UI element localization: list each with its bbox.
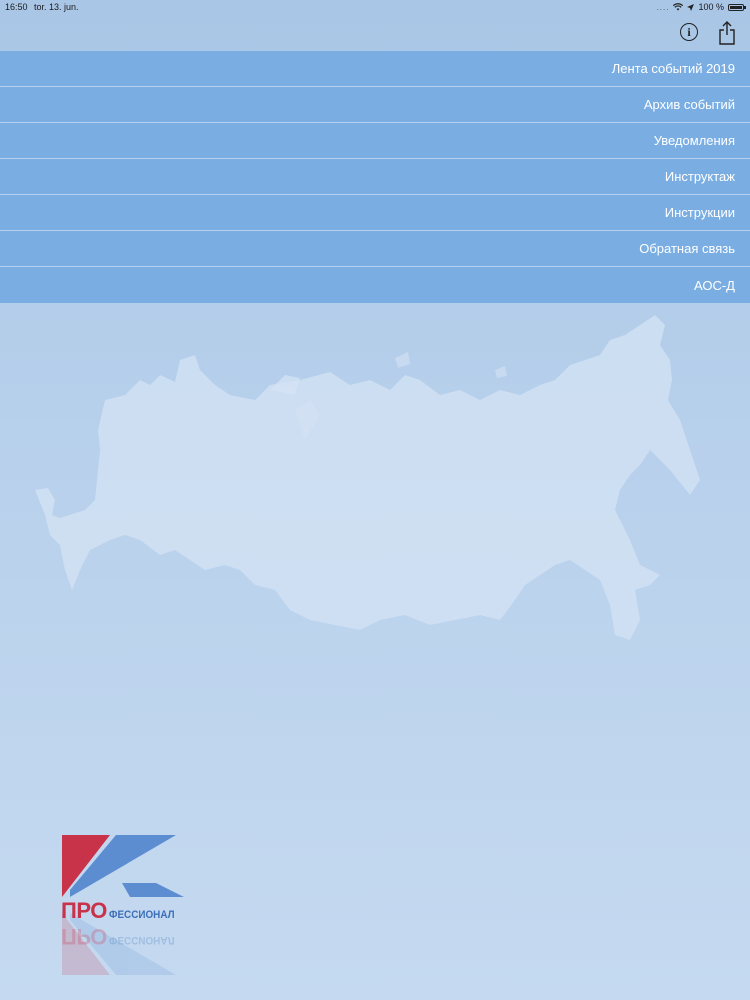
wifi-icon: [673, 3, 684, 11]
menu-item-label: Уведомления: [653, 133, 735, 148]
menu-item-label: Архив событий: [643, 97, 735, 112]
logo-wordmark-reflection: ПРО ФЕССИОНАЛ: [61, 924, 182, 949]
menu-item-briefing[interactable]: Инструктаж: [0, 159, 750, 195]
logo-rest-text: ФЕССИОНАЛ: [108, 909, 175, 921]
location-arrow-icon: [687, 3, 695, 11]
battery-fill: [730, 5, 742, 9]
logo-rest-reflection: ФЕССИОНАЛ: [108, 934, 175, 946]
menu-item-events-feed[interactable]: Лента событий 2019: [0, 51, 750, 87]
info-button[interactable]: i: [680, 23, 698, 41]
menu-item-label: Инструкции: [664, 205, 735, 220]
menu-item-aos-d[interactable]: АОС-Д: [0, 267, 750, 303]
info-icon: i: [687, 24, 691, 39]
status-date: tor. 13. jun.: [34, 2, 79, 12]
status-bar: 16:50 tor. 13. jun. .... 100 %: [0, 0, 750, 16]
russia-map-background: [35, 315, 700, 640]
menu-item-label: Лента событий 2019: [611, 61, 735, 76]
signal-dots: ....: [656, 2, 670, 12]
share-button[interactable]: [718, 21, 736, 45]
share-icon: [719, 21, 735, 45]
main-menu: Лента событий 2019 Архив событий Уведомл…: [0, 51, 750, 303]
menu-item-notifications[interactable]: Уведомления: [0, 123, 750, 159]
nav-bar: i: [0, 16, 750, 51]
battery-icon: [728, 3, 746, 11]
logo-pro-text: ПРО: [61, 898, 107, 923]
logo-wordmark: ПРО ФЕССИОНАЛ: [61, 900, 182, 922]
status-time: 16:50: [5, 2, 28, 12]
menu-item-label: Обратная связь: [639, 241, 735, 256]
menu-item-feedback[interactable]: Обратная связь: [0, 231, 750, 267]
menu-item-label: Инструктаж: [664, 169, 735, 184]
menu-item-events-archive[interactable]: Архив событий: [0, 87, 750, 123]
status-indicators: .... 100 %: [656, 2, 746, 12]
menu-item-label: АОС-Д: [693, 277, 735, 293]
battery-percent: 100 %: [698, 2, 724, 12]
logo-pro-reflection: ПРО: [61, 924, 107, 949]
menu-item-instructions[interactable]: Инструкции: [0, 195, 750, 231]
